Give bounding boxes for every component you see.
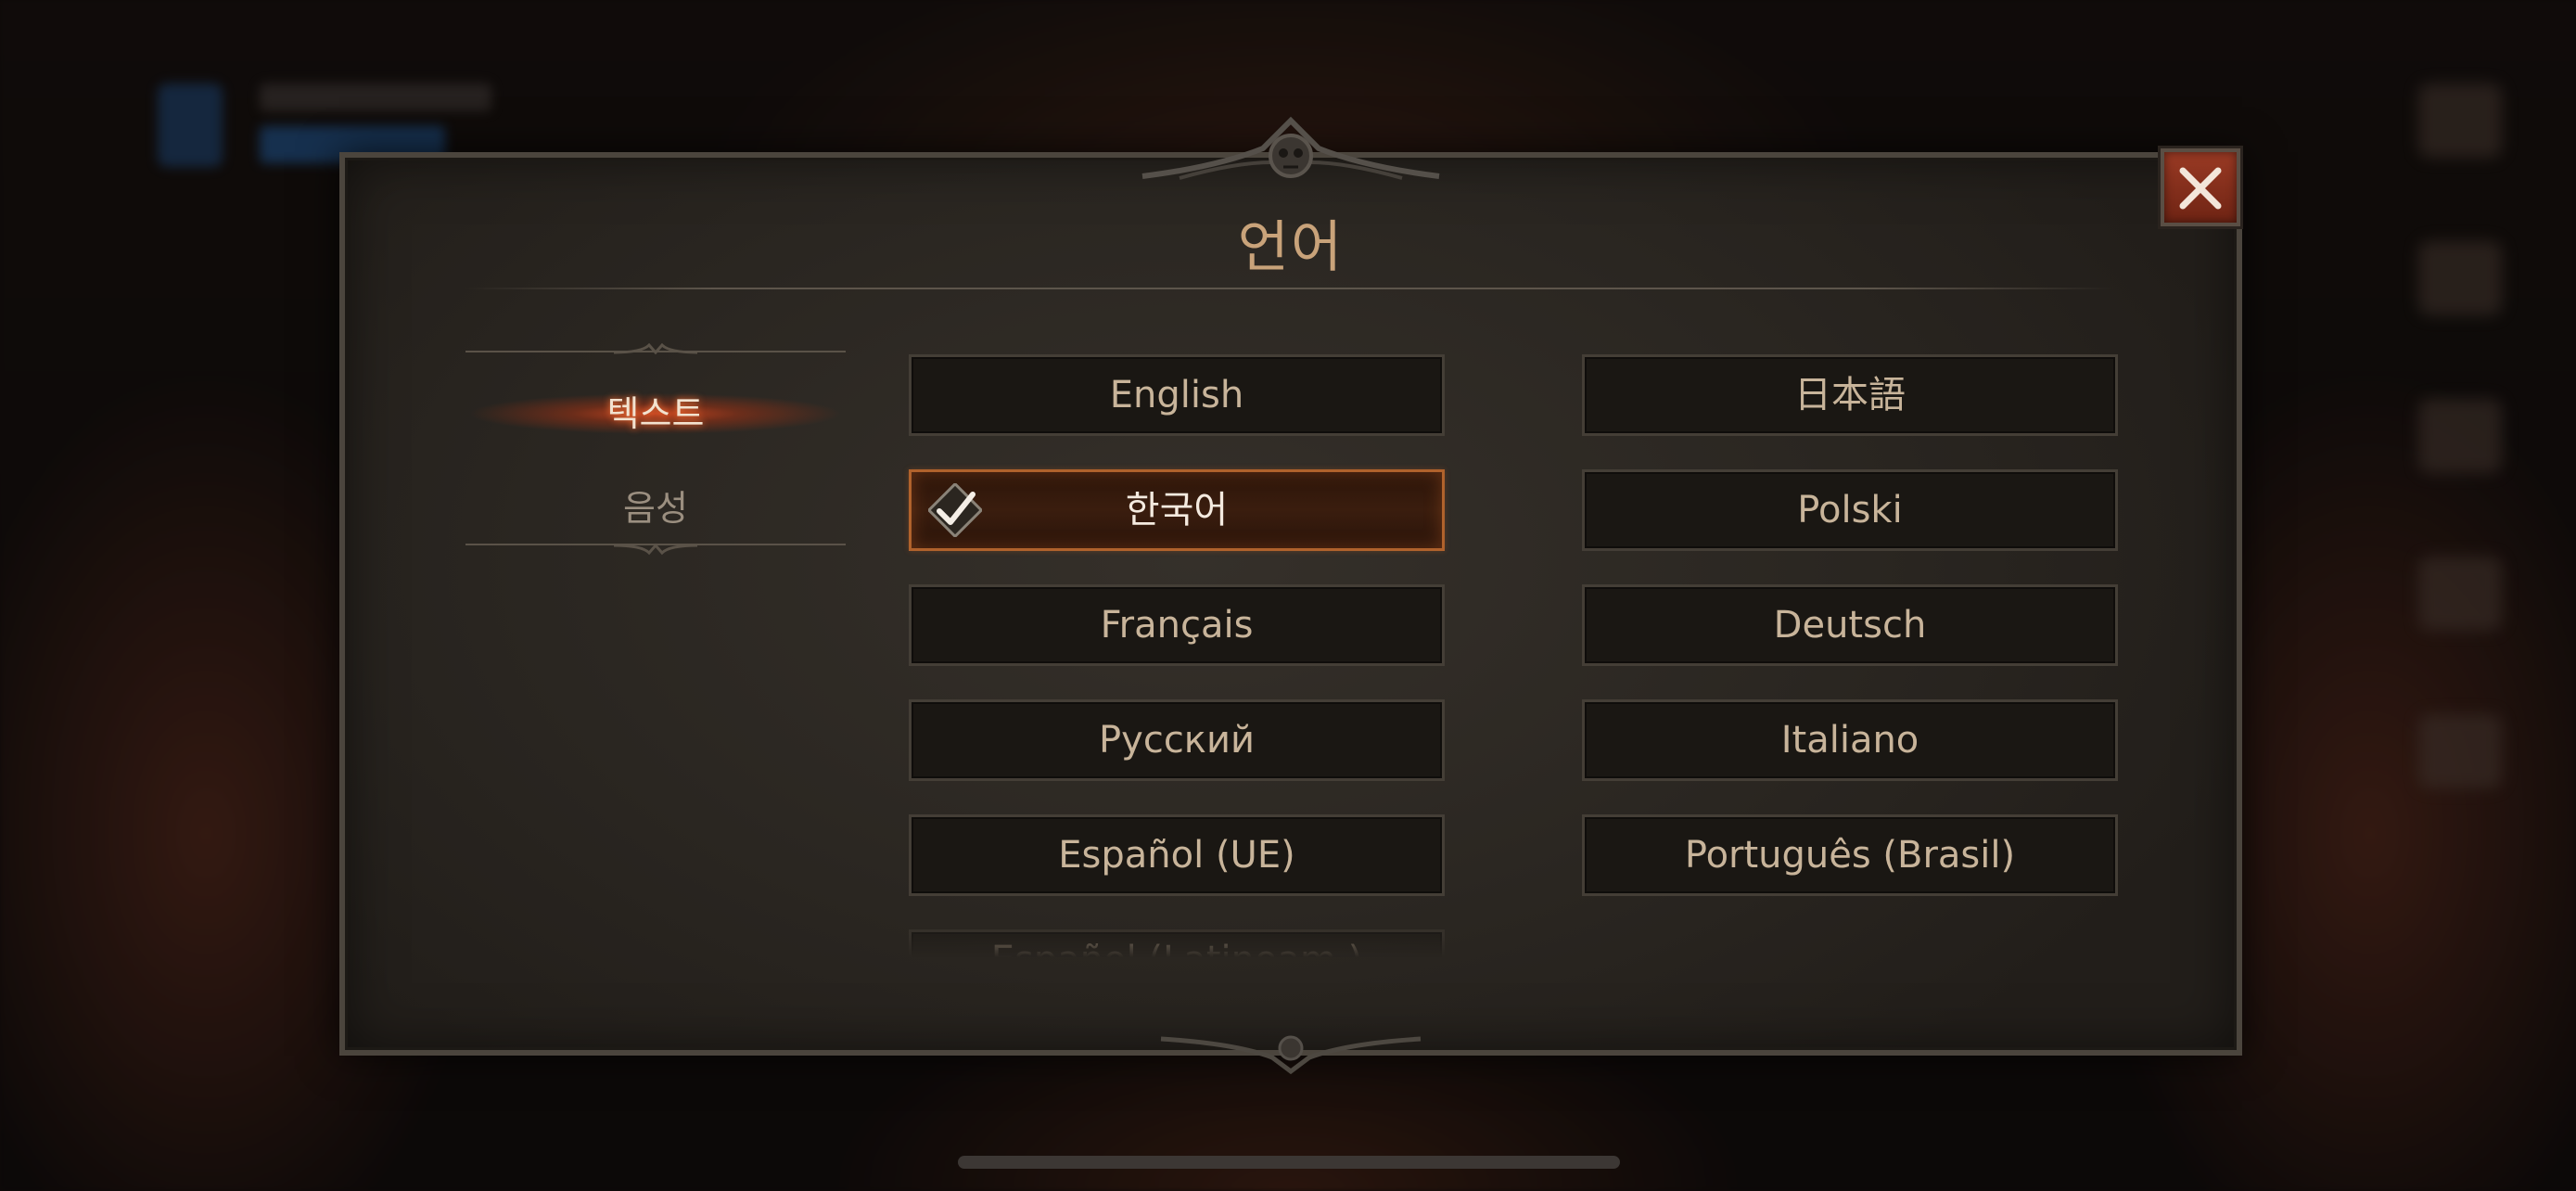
background-side-icon	[2418, 83, 2502, 158]
background-side-icon	[2418, 557, 2502, 631]
language-option-korean[interactable]: 한국어	[909, 469, 1445, 551]
language-option-french[interactable]: Français	[909, 584, 1445, 666]
check-icon	[928, 483, 982, 537]
language-option-spanish-eu[interactable]: Español (UE)	[909, 814, 1445, 896]
home-indicator[interactable]	[958, 1156, 1620, 1169]
language-option-japanese[interactable]: 日本語	[1582, 354, 2118, 436]
background-side-icon	[2418, 241, 2502, 315]
language-option-italian[interactable]: Italiano	[1582, 699, 2118, 781]
background-side-icon	[2418, 399, 2502, 473]
language-option-label: 한국어	[1125, 489, 1229, 531]
language-category-menu: 텍스트 음성	[465, 343, 846, 556]
bottom-ornament-icon	[1160, 1035, 1422, 1075]
background-side-icon	[2418, 714, 2502, 788]
language-option-polish[interactable]: Polski	[1582, 469, 2118, 551]
skull-ornament-icon	[1141, 116, 1440, 180]
language-option-portuguese-brazil[interactable]: Português (Brasil)	[1582, 814, 2118, 896]
menu-item-text[interactable]: 텍스트	[465, 377, 846, 451]
language-option-russian[interactable]: Русский	[909, 699, 1445, 781]
language-option-german[interactable]: Deutsch	[1582, 584, 2118, 666]
language-option-english[interactable]: English	[909, 354, 1445, 436]
language-dialog: 언어 텍스트 음성 English 한국어 Français Русский E…	[339, 116, 2242, 1075]
menu-item-voice[interactable]: 음성	[465, 471, 846, 545]
divider-ornament-icon	[614, 543, 697, 556]
divider-ornament-icon	[614, 343, 697, 355]
title-divider	[465, 288, 2116, 289]
language-option-partial[interactable]: Español (Latinoam.)	[909, 929, 1445, 957]
dialog-title: 언어	[1237, 215, 1345, 280]
